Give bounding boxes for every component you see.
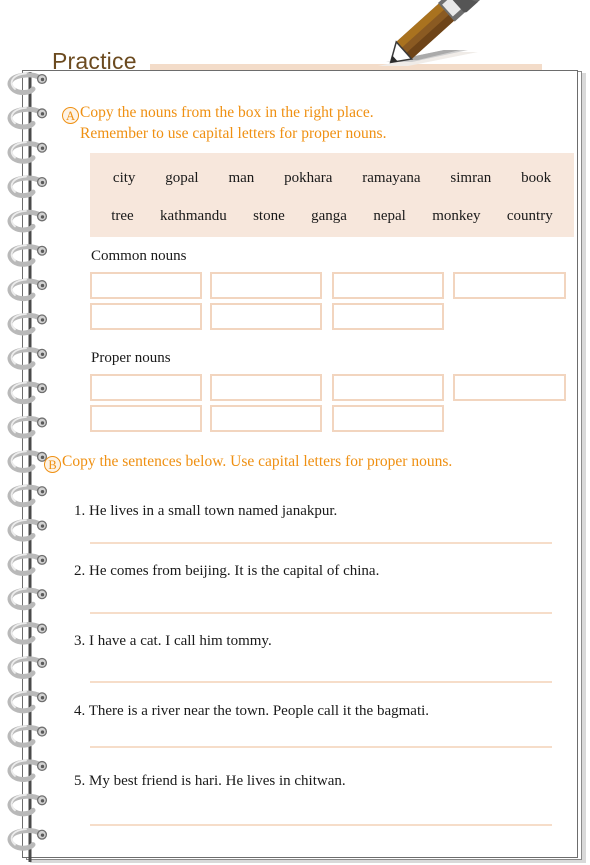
exercise-a-marker: A (62, 107, 79, 124)
sentence-number: 2. (74, 563, 86, 579)
writing-line[interactable] (90, 612, 552, 614)
exercise-a-heading: A Copy the nouns from the box in the righ… (62, 103, 386, 143)
exercise-b-marker: B (44, 456, 61, 473)
sentence-text: He lives in a small town named janakpur. (89, 503, 338, 519)
answer-box[interactable] (332, 303, 444, 330)
sentence-text: He comes from beijing. It is the capital… (89, 563, 380, 579)
answer-box[interactable] (90, 405, 202, 432)
word-bank-word: pokhara (284, 169, 333, 186)
writing-line[interactable] (90, 542, 552, 544)
answer-box[interactable] (210, 272, 322, 299)
word-bank-word: ganga (311, 207, 347, 224)
sentence-number: 4. (74, 703, 86, 719)
answer-box[interactable] (90, 374, 202, 401)
word-bank-row-2: tree kathmandu stone ganga nepal monkey … (90, 201, 574, 231)
sentence-item: 2. He comes from beijing. It is the capi… (74, 563, 379, 580)
word-bank-word: nepal (373, 207, 406, 224)
answer-box[interactable] (210, 374, 322, 401)
exercise-b-heading: B Copy the sentences below. Use capital l… (44, 452, 452, 473)
exercise-a-line1: Copy the nouns from the box in the right… (80, 104, 374, 121)
word-bank: city gopal man pokhara ramayana simran b… (90, 153, 574, 237)
word-bank-row-1: city gopal man pokhara ramayana simran b… (90, 163, 574, 193)
word-bank-word: country (506, 207, 553, 224)
answer-box[interactable] (453, 272, 566, 299)
worksheet-content: A Copy the nouns from the box in the righ… (0, 0, 590, 865)
word-bank-word: gopal (165, 169, 199, 186)
sentence-number: 5. (74, 773, 86, 789)
proper-nouns-label: Proper nouns (91, 350, 171, 366)
writing-line[interactable] (90, 824, 552, 826)
word-bank-word: man (228, 169, 255, 186)
word-bank-word: book (521, 169, 552, 186)
answer-box[interactable] (210, 405, 322, 432)
answer-box[interactable] (90, 272, 202, 299)
answer-box[interactable] (90, 303, 202, 330)
answer-box[interactable] (453, 374, 566, 401)
sentence-text: There is a river near the town. People c… (88, 703, 430, 719)
writing-line[interactable] (90, 681, 552, 683)
exercise-a-line2: Remember to use capital letters for prop… (80, 125, 387, 142)
common-nouns-label: Common nouns (91, 248, 187, 264)
sentence-text: I have a cat. I call him tommy. (89, 633, 272, 649)
answer-box[interactable] (210, 303, 322, 330)
word-bank-word: tree (111, 207, 134, 224)
word-bank-word: ramayana (362, 169, 421, 186)
sentence-item: 4. There is a river near the town. Peopl… (74, 703, 429, 720)
sentence-text: My best friend is hari. He lives in chit… (89, 773, 346, 789)
word-bank-word: city (112, 169, 136, 186)
sentence-item: 3. I have a cat. I call him tommy. (74, 633, 272, 650)
sentence-number: 1. (74, 503, 86, 519)
word-bank-word: monkey (432, 207, 481, 224)
answer-box[interactable] (332, 405, 444, 432)
answer-box[interactable] (332, 374, 444, 401)
sentence-item: 5. My best friend is hari. He lives in c… (74, 773, 346, 790)
exercise-b-line1: Copy the sentences below. Use capital le… (62, 453, 453, 470)
word-bank-word: kathmandu (160, 207, 227, 224)
word-bank-word: stone (253, 207, 285, 224)
sentence-item: 1. He lives in a small town named janakp… (74, 503, 337, 520)
answer-box[interactable] (332, 272, 444, 299)
sentence-number: 3. (74, 633, 86, 649)
word-bank-word: simran (450, 169, 492, 186)
writing-line[interactable] (90, 746, 552, 748)
